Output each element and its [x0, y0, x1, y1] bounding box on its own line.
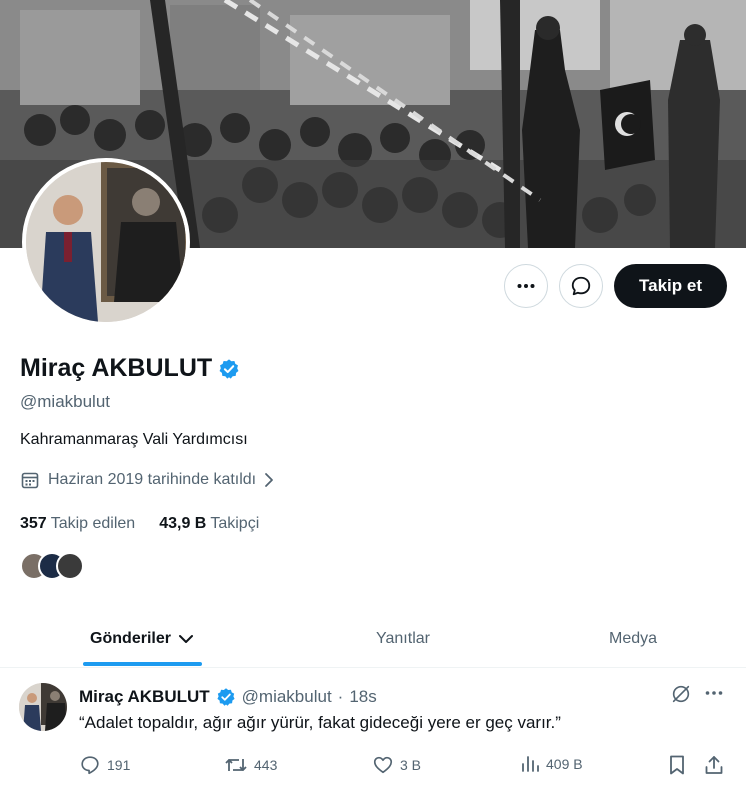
- grok-button[interactable]: [670, 683, 692, 705]
- retweet-button[interactable]: 443: [224, 754, 277, 776]
- tweet-author-handle[interactable]: @miakbulut: [242, 687, 332, 707]
- follower-avatar: [56, 552, 84, 580]
- like-button[interactable]: 3 B: [372, 754, 421, 776]
- profile-name-row: Miraç AKBULUT: [20, 354, 240, 383]
- grok-icon: [672, 685, 690, 703]
- tab-label: Yanıtlar: [376, 630, 430, 647]
- following-count: 357: [20, 515, 47, 532]
- following-label: Takip edilen: [50, 515, 136, 532]
- tab-media[interactable]: Medya: [573, 610, 693, 668]
- like-count: 3 B: [400, 757, 422, 773]
- tweet-header: Miraç AKBULUT @miakbulut · 18s: [79, 687, 377, 707]
- tweet-time[interactable]: 18s: [349, 687, 376, 707]
- profile-tabs: Gönderiler Yanıtlar Medya: [0, 610, 746, 668]
- chevron-down-icon: [178, 635, 193, 643]
- more-horizontal-icon: [705, 691, 723, 695]
- profile-name: Miraç AKBULUT: [20, 354, 213, 382]
- views-count: 409 B: [546, 756, 583, 772]
- avatar-photo: [26, 162, 186, 322]
- followers-count: 43,9 B: [159, 515, 207, 532]
- message-bubble-icon: [571, 276, 591, 296]
- tweet-avatar[interactable]: [19, 683, 67, 731]
- tab-posts[interactable]: Gönderiler: [83, 610, 202, 668]
- tab-label: Gönderiler: [90, 630, 171, 647]
- bookmark-icon: [670, 755, 684, 775]
- heart-icon: [373, 756, 393, 774]
- tweet-author-name[interactable]: Miraç AKBULUT: [79, 687, 210, 707]
- more-button[interactable]: [504, 264, 548, 308]
- bookmark-button[interactable]: [667, 754, 687, 776]
- share-icon: [705, 756, 723, 774]
- retweet-icon: [225, 759, 247, 771]
- tweet-more-button[interactable]: [704, 683, 724, 703]
- tab-replies[interactable]: Yanıtlar: [343, 610, 463, 668]
- views-button[interactable]: 409 B: [520, 754, 583, 774]
- reply-icon: [81, 756, 99, 775]
- followers-label: Takipçi: [210, 515, 260, 532]
- analytics-bar-icon: [522, 756, 539, 772]
- tweet-avatar-photo: [19, 683, 67, 731]
- active-tab-indicator: [83, 662, 202, 666]
- retweet-count: 443: [254, 757, 278, 773]
- follow-stats: 357 Takip edilen 43,9 B Takipçi: [20, 515, 283, 533]
- followers-stat[interactable]: 43,9 B Takipçi: [159, 515, 259, 533]
- following-stat[interactable]: 357 Takip edilen: [20, 515, 135, 533]
- reply-count: 191: [107, 757, 131, 773]
- calendar-icon: [21, 472, 39, 489]
- profile-handle: @miakbulut: [20, 392, 111, 411]
- more-horizontal-icon: [517, 284, 535, 288]
- joined-date[interactable]: Haziran 2019 tarihinde katıldı: [20, 470, 276, 490]
- tweet-separator: ·: [337, 687, 344, 706]
- profile-bio: Kahramanmaraş Vali Yardımcısı: [20, 431, 248, 448]
- joined-label: Haziran 2019 tarihinde katıldı: [48, 471, 257, 488]
- chevron-right-icon: [262, 471, 276, 489]
- tweet[interactable]: Miraç AKBULUT @miakbulut · 18s “Adalet t…: [0, 669, 746, 794]
- verified-badge-icon[interactable]: [218, 358, 240, 380]
- reply-button[interactable]: 191: [79, 754, 130, 776]
- tweet-action-bar: 191 443 3 B 409 B: [79, 754, 739, 776]
- follow-button[interactable]: Takip et: [614, 264, 727, 308]
- tab-label: Medya: [608, 630, 658, 647]
- share-button[interactable]: [703, 754, 725, 776]
- message-button[interactable]: [559, 264, 603, 308]
- tweet-text: “Adalet topaldır, ağır ağır yürür, fakat…: [79, 713, 561, 732]
- profile-avatar[interactable]: [22, 158, 190, 326]
- verified-badge-icon[interactable]: [216, 687, 236, 707]
- followers-you-know[interactable]: [20, 552, 84, 580]
